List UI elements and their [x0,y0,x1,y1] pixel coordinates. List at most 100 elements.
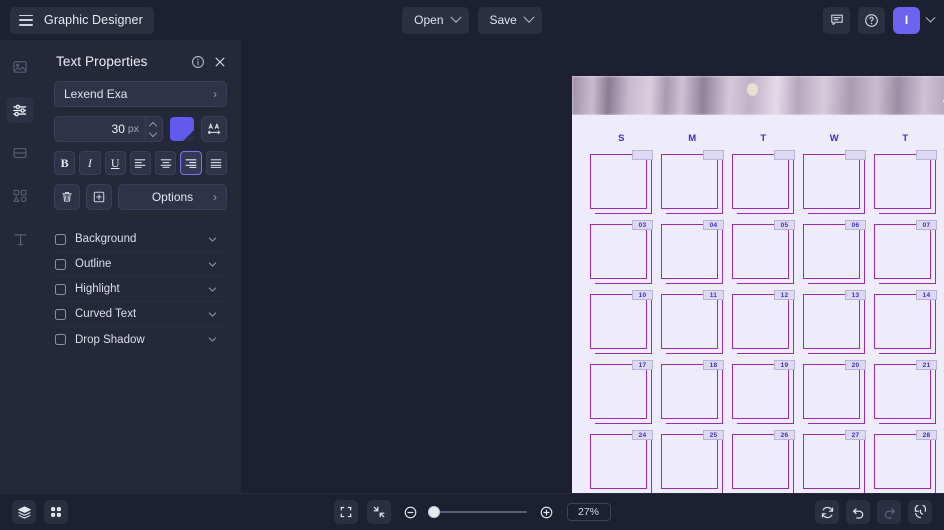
calendar-cell[interactable]: 10 [586,290,657,361]
calendar-cell[interactable]: 27 [799,430,870,493]
history-button[interactable] [908,500,932,524]
zoom-level-value[interactable]: 27% [566,503,611,521]
calendar-cell[interactable]: 28 [870,430,941,493]
artboard[interactable]: APRIL S M T W T F S .....010203040506070… [572,76,944,493]
save-button[interactable]: Save [477,6,542,34]
calendar-cell[interactable]: 13 [799,290,870,361]
info-icon[interactable] [191,55,205,69]
calendar-cell[interactable]: 14 [870,290,941,361]
day-number[interactable]: 06 [845,220,866,230]
day-number-empty[interactable]: . [632,150,653,160]
day-number[interactable]: 04 [703,220,724,230]
day-number[interactable]: 20 [845,360,866,370]
curved-text-checkbox[interactable] [55,308,66,320]
day-number[interactable]: 14 [916,290,937,300]
calendar-cell[interactable]: . [799,150,870,221]
font-size-stepper[interactable] [145,117,158,141]
calendar-cell[interactable]: 12 [728,290,799,361]
day-number[interactable]: 17 [632,360,653,370]
delete-button[interactable] [54,184,80,210]
day-number[interactable]: 19 [774,360,795,370]
day-number[interactable]: 10 [632,290,653,300]
drop-shadow-checkbox[interactable] [55,334,66,345]
stepper-down-icon[interactable] [149,130,158,136]
calendar-cell[interactable]: 11 [657,290,728,361]
day-number[interactable]: 24 [632,430,653,440]
calendar-cell[interactable]: 05 [728,220,799,291]
calendar-cell[interactable]: 06 [799,220,870,291]
duplicate-button[interactable] [86,184,112,210]
calendar-cell[interactable]: 17 [586,360,657,431]
underline-button[interactable]: U [104,151,126,175]
highlight-checkbox[interactable] [55,283,66,295]
sidebar-item-elements[interactable] [7,183,33,209]
day-number[interactable]: 25 [703,430,724,440]
calendar-cell[interactable]: 04 [657,220,728,291]
day-number[interactable]: 18 [703,360,724,370]
undo-button[interactable] [846,500,870,524]
banner-image[interactable]: APRIL [572,76,944,115]
calendar-cell[interactable]: 18 [657,360,728,431]
close-icon[interactable] [213,55,227,69]
calendar-cell[interactable]: 21 [870,360,941,431]
calendar-cell[interactable]: 07 [870,220,941,291]
stepper-up-icon[interactable] [149,122,158,128]
align-right-button[interactable] [180,151,202,175]
accordion-background[interactable]: Background [54,227,227,252]
day-number[interactable]: 07 [916,220,937,230]
brand-menu-button[interactable]: Graphic Designer [10,6,154,34]
day-number[interactable]: 26 [774,430,795,440]
calendar-cell[interactable]: 24 [586,430,657,493]
day-number[interactable]: 05 [774,220,795,230]
canvas-area[interactable]: APRIL S M T W T F S .....010203040506070… [242,40,944,493]
reset-button[interactable] [815,500,839,524]
outline-checkbox[interactable] [55,258,66,270]
calendar-cell[interactable]: . [657,150,728,221]
day-number[interactable]: 12 [774,290,795,300]
layers-button[interactable] [12,500,36,524]
calendar-cell[interactable]: 26 [728,430,799,493]
letter-spacing-button[interactable] [201,116,227,142]
calendar-cell[interactable]: 19 [728,360,799,431]
open-button[interactable]: Open [402,6,469,34]
bold-button[interactable]: B [54,151,76,175]
zoom-slider-handle[interactable] [427,506,440,518]
options-button[interactable]: Options › [118,184,227,210]
calendar-cell[interactable]: . [870,150,941,221]
font-family-select[interactable]: Lexend Exa › [54,81,227,107]
grid-view-button[interactable] [44,500,68,524]
help-button[interactable] [858,6,885,34]
day-number[interactable]: 03 [632,220,653,230]
zoom-in-button[interactable] [536,501,558,523]
text-color-swatch[interactable] [170,117,194,141]
day-number[interactable]: 28 [916,430,937,440]
day-number-empty[interactable]: . [845,150,866,160]
calendar-cell[interactable]: . [728,150,799,221]
account-chevron-down-icon[interactable] [925,12,936,23]
day-number-empty[interactable]: . [916,150,937,160]
font-size-input[interactable]: 30 px [54,116,163,142]
italic-button[interactable]: I [79,151,101,175]
align-justify-button[interactable] [205,151,227,175]
fit-screen-button[interactable] [333,500,358,524]
comment-button[interactable] [823,6,850,34]
accordion-curved-text[interactable]: Curved Text [54,302,227,327]
collapse-view-button[interactable] [366,500,391,524]
sidebar-item-images[interactable] [7,54,33,80]
align-center-button[interactable] [155,151,177,175]
calendar-cell[interactable]: 25 [657,430,728,493]
day-number[interactable]: 21 [916,360,937,370]
sidebar-item-layout[interactable] [7,140,33,166]
zoom-out-button[interactable] [400,501,422,523]
background-checkbox[interactable] [55,233,66,245]
sidebar-item-text[interactable] [7,226,33,252]
align-left-button[interactable] [129,151,152,175]
calendar-cell[interactable]: . [586,150,657,221]
day-number[interactable]: 27 [845,430,866,440]
avatar[interactable]: I [893,6,920,34]
day-number[interactable]: 13 [845,290,866,300]
accordion-highlight[interactable]: Highlight [54,277,227,302]
accordion-outline[interactable]: Outline [54,252,227,277]
accordion-drop-shadow[interactable]: Drop Shadow [54,327,227,352]
zoom-slider[interactable] [427,506,527,518]
